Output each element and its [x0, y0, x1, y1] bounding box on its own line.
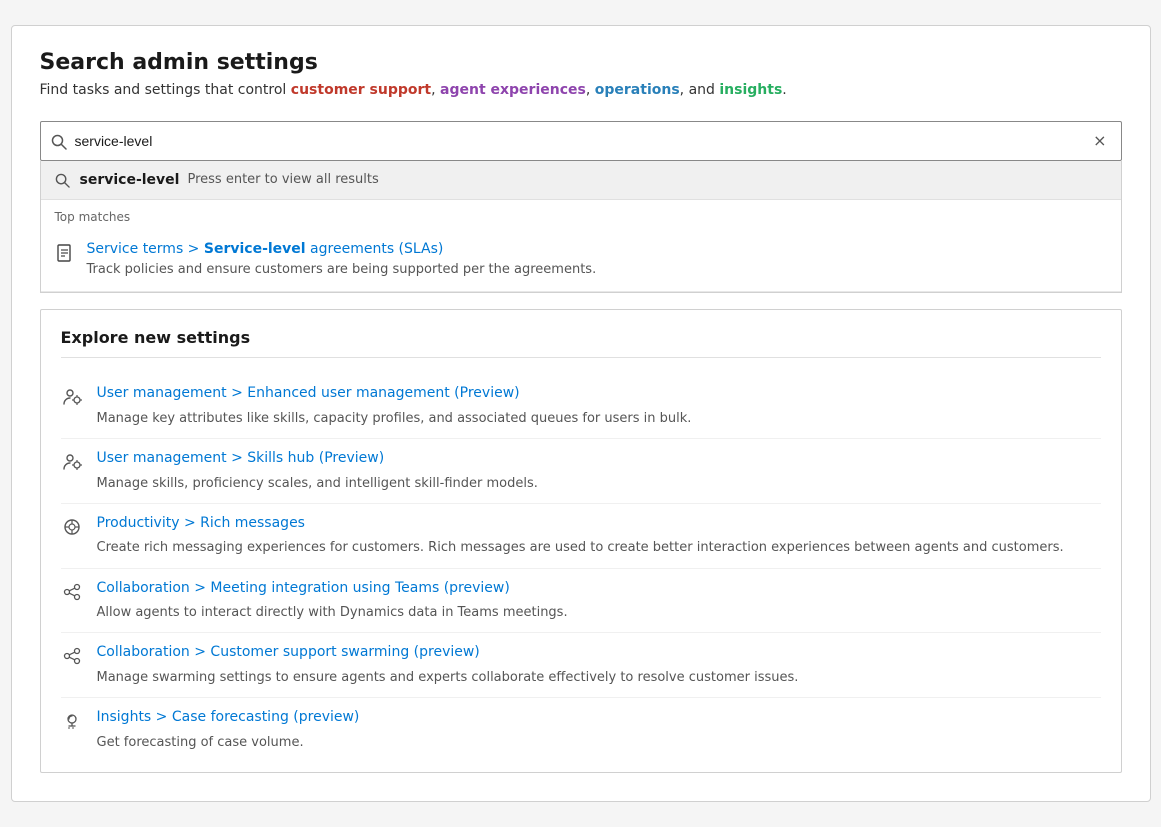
suggestion-bold: service-level [80, 172, 180, 188]
explore-item-customer-swarming[interactable]: Collaboration > Customer support swarmin… [61, 633, 1101, 698]
explore-content-2: User management > Skills hub (Preview) M… [97, 449, 538, 493]
explore-item-skills-hub[interactable]: User management > Skills hub (Preview) M… [61, 439, 1101, 504]
search-input[interactable] [75, 133, 1090, 149]
match-item[interactable]: Service terms > Service-level agreements… [41, 230, 1121, 293]
explore-content-6: Insights > Case forecasting (preview) Ge… [97, 708, 360, 752]
suggestion-hint: Press enter to view all results [187, 172, 378, 187]
explore-link-3: Productivity > Rich messages [97, 514, 1064, 534]
explore-desc-2: Manage skills, proficiency scales, and i… [97, 476, 538, 491]
subtitle-customer: customer support [291, 82, 431, 98]
explore-content-1: User management > Enhanced user manageme… [97, 384, 692, 428]
subtitle-operations: operations [595, 82, 680, 98]
suggestion-search-icon [55, 171, 70, 189]
subtitle-agent: agent experiences [440, 82, 586, 98]
top-matches-label: Top matches [41, 200, 1121, 230]
explore-desc-4: Allow agents to interact directly with D… [97, 605, 568, 620]
explore-item-rich-messages[interactable]: Productivity > Rich messages Create rich… [61, 504, 1101, 569]
explore-content-5: Collaboration > Customer support swarmin… [97, 643, 799, 687]
search-bar: × [40, 121, 1122, 161]
match-bold: Service-level [204, 241, 306, 257]
page-subtitle: Find tasks and settings that control cus… [40, 81, 1122, 101]
document-icon [55, 242, 75, 263]
match-desc: Track policies and ensure customers are … [87, 262, 597, 277]
page-title: Search admin settings [40, 50, 1122, 75]
explore-link-6: Insights > Case forecasting (preview) [97, 708, 360, 728]
collaboration-icon-2 [61, 645, 83, 666]
explore-desc-6: Get forecasting of case volume. [97, 735, 304, 750]
search-bar-wrapper: × service-level Press enter to view all … [40, 121, 1122, 294]
search-suggestion-row[interactable]: service-level Press enter to view all re… [41, 161, 1121, 200]
explore-link-4: Collaboration > Meeting integration usin… [97, 579, 568, 599]
explore-content-4: Collaboration > Meeting integration usin… [97, 579, 568, 623]
explore-item-user-management-enhanced[interactable]: User management > Enhanced user manageme… [61, 374, 1101, 439]
explore-content-3: Productivity > Rich messages Create rich… [97, 514, 1064, 558]
insights-icon [61, 710, 83, 731]
match-breadcrumb: Service terms > [87, 241, 204, 257]
explore-desc-5: Manage swarming settings to ensure agent… [97, 670, 799, 685]
match-title: Service terms > Service-level agreements… [87, 240, 597, 260]
explore-item-meeting-integration[interactable]: Collaboration > Meeting integration usin… [61, 569, 1101, 634]
user-management-icon-1 [61, 386, 83, 407]
match-content: Service terms > Service-level agreements… [87, 240, 597, 278]
explore-title: Explore new settings [61, 328, 1101, 358]
explore-link-2: User management > Skills hub (Preview) [97, 449, 538, 469]
user-management-icon-2 [61, 451, 83, 472]
productivity-icon [61, 516, 83, 537]
match-after: agreements (SLAs) [306, 241, 444, 257]
search-dropdown: service-level Press enter to view all re… [40, 161, 1122, 294]
explore-link-1: User management > Enhanced user manageme… [97, 384, 692, 404]
main-container: Search admin settings Find tasks and set… [11, 25, 1151, 802]
explore-desc-1: Manage key attributes like skills, capac… [97, 411, 692, 426]
explore-section: Explore new settings User management > E… [40, 309, 1122, 773]
explore-item-case-forecasting[interactable]: Insights > Case forecasting (preview) Ge… [61, 698, 1101, 762]
explore-desc-3: Create rich messaging experiences for cu… [97, 540, 1064, 555]
clear-icon[interactable]: × [1089, 127, 1110, 154]
collaboration-icon-1 [61, 581, 83, 602]
explore-link-5: Collaboration > Customer support swarmin… [97, 643, 799, 663]
search-icon [51, 131, 67, 150]
subtitle-insights: insights [719, 82, 782, 98]
